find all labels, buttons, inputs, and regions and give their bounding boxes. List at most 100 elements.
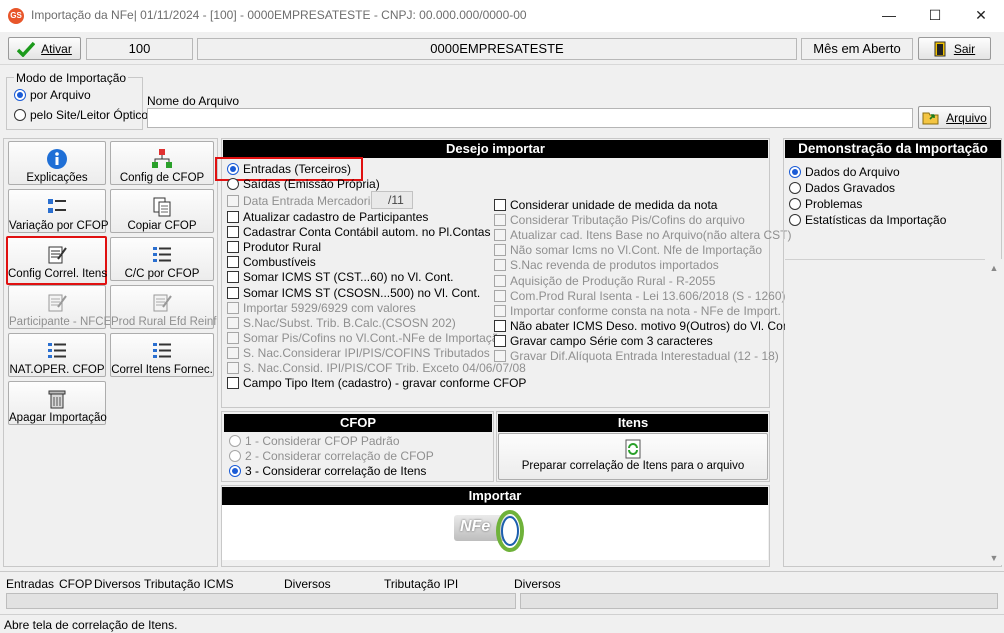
notepad-pencil-icon	[153, 294, 172, 312]
importar-area[interactable]: NFe	[222, 505, 768, 560]
arquivo-label: Arquivo	[946, 110, 987, 125]
arquivo-button[interactable]: Arquivo	[918, 106, 991, 129]
checkbox-icon	[227, 195, 239, 207]
radio-por-arquivo[interactable]: por Arquivo	[14, 88, 91, 102]
variacao-cfop-button[interactable]: Variação por CFOP	[8, 189, 109, 233]
option-checkbox-right[interactable]: Gravar campo Série com 3 caracteres	[494, 334, 713, 348]
radio-icon	[789, 198, 801, 210]
participante-nfce-button[interactable]: Participante - NFCE	[8, 285, 111, 329]
checkbox-icon	[227, 286, 239, 299]
sair-button[interactable]: Sair	[918, 37, 991, 60]
totals-cfop: CFOP	[59, 577, 93, 591]
option-checkbox-right[interactable]: Importar conforme consta na nota - NFe d…	[494, 304, 781, 318]
list-icon	[153, 247, 171, 262]
option-checkbox-right[interactable]: Aquisição de Produção Rural - R-2055	[494, 274, 715, 288]
option-checkbox-left[interactable]: Atualizar cadastro de Participantes	[227, 210, 428, 224]
ativar-button[interactable]: Ativar	[8, 37, 81, 60]
apagar-importacao-button[interactable]: Apagar Importação	[8, 381, 107, 425]
checkbox-icon	[494, 229, 506, 242]
radio-saidas[interactable]: Saídas (Emissão Própria)	[227, 177, 380, 191]
checkbox-icon	[494, 319, 506, 332]
radio-icon	[789, 182, 801, 194]
option-checkbox-right[interactable]: Não abater ICMS Deso. motivo 9(Outros) d…	[494, 319, 796, 333]
option-checkbox-left[interactable]: S. Nac.Consid. IPI/PIS/COF Trib. Exceto …	[227, 361, 526, 375]
option-checkbox-right[interactable]: Com.Prod Rural Isenta - Lei 13.606/2018 …	[494, 289, 785, 303]
radio-estatisticas[interactable]: Estatísticas da Importação	[789, 213, 946, 227]
demo-content-area	[785, 259, 985, 565]
option-checkbox-left[interactable]: Somar Pis/Cofins no Vl.Cont.-NFe de Impo…	[227, 331, 505, 345]
option-checkbox-left[interactable]: Importar 5929/6929 com valores	[227, 301, 416, 315]
toolbar-divider	[0, 64, 1004, 65]
copiar-cfop-button[interactable]: Copiar CFOP	[110, 189, 214, 233]
radio-label: por Arquivo	[30, 88, 91, 102]
nat-oper-cfop-button[interactable]: NAT.OPER. CFOP	[8, 333, 106, 377]
option-checkbox-right[interactable]: S.Nac revenda de produtos importados	[494, 258, 719, 272]
checkbox-icon	[227, 226, 239, 239]
radio-icon	[229, 435, 241, 447]
option-checkbox-right[interactable]: Considerar Tributação Pis/Cofins do arqu…	[494, 213, 745, 227]
radio-cfop-3[interactable]: 3 - Considerar correlação de Itens	[229, 464, 426, 478]
list-icon	[48, 343, 66, 358]
checkbox-label: Data Entrada Mercadoria	[243, 194, 378, 208]
demo-header: Demonstração da Importação	[785, 140, 1001, 158]
correl-itens-fornec-button[interactable]: Correl Itens Fornec.	[110, 333, 214, 377]
explicacoes-button[interactable]: Explicações	[8, 141, 106, 185]
radio-entradas[interactable]: Entradas (Terceiros)	[227, 162, 351, 176]
button-label: Config de CFOP	[119, 172, 205, 184]
checkbox-label: Cadastrar Conta Contábil autom. no Pl.Co…	[243, 225, 491, 240]
option-checkbox-left[interactable]: S. Nac.Considerar IPI/PIS/COFINS Tributa…	[227, 346, 490, 360]
radio-cfop-1[interactable]: 1 - Considerar CFOP Padrão	[229, 434, 400, 448]
demo-scrollbar[interactable]: ▲ ▼	[986, 259, 1002, 565]
checkbox-label: Gravar Dif.Alíquota Entrada Interestadua…	[510, 349, 779, 363]
button-label: C/C por CFOP	[124, 268, 200, 280]
checkbox-label: Aquisição de Produção Rural - R-2055	[510, 273, 716, 288]
checkbox-icon	[227, 241, 239, 254]
company-code-field: 100	[86, 38, 193, 60]
option-checkbox-left[interactable]: Combustíveis	[227, 255, 316, 269]
preparar-correlacao-button[interactable]: Preparar correlação de Itens para o arqu…	[498, 433, 768, 480]
status-text: Abre tela de correlação de Itens.	[4, 618, 178, 632]
file-name-input[interactable]	[147, 108, 913, 128]
option-checkbox-right[interactable]: Gravar Dif.Alíquota Entrada Interestadua…	[494, 349, 779, 363]
button-label: Config Correl. Itens	[8, 268, 108, 280]
nfe-logo-button[interactable]: NFe	[454, 509, 532, 553]
prod-rural-button[interactable]: Prod Rural Efd Reinf	[110, 285, 216, 329]
checkbox-label: Combustíveis	[243, 255, 316, 270]
option-checkbox-left[interactable]: Somar ICMS ST (CSOSN...500) no Vl. Cont.	[227, 286, 480, 300]
button-label: Preparar correlação de Itens para o arqu…	[521, 460, 745, 472]
checkbox-icon	[227, 346, 239, 359]
option-checkbox-left[interactable]: Produtor Rural	[227, 240, 321, 254]
radio-cfop-2[interactable]: 2 - Considerar correlação de CFOP	[229, 449, 434, 463]
window-title: Importação da NFe| 01/11/2024 - [100] - …	[31, 8, 527, 22]
minimize-button[interactable]: —	[866, 0, 912, 32]
radio-pelo-site[interactable]: pelo Site/Leitor Óptico	[14, 108, 148, 122]
option-checkbox-left[interactable]: S.Nac/Subst. Trib. B.Calc.(CSOSN 202)	[227, 316, 456, 330]
ativar-label: Ativar	[41, 41, 72, 56]
radio-problemas[interactable]: Problemas	[789, 197, 862, 211]
option-checkbox-right[interactable]: Considerar unidade de medida da nota	[494, 198, 717, 212]
notepad-pencil-icon	[48, 246, 67, 264]
radio-dados-arquivo[interactable]: Dados do Arquivo	[789, 165, 900, 179]
option-checkbox-left[interactable]: Cadastrar Conta Contábil autom. no Pl.Co…	[227, 225, 490, 239]
company-name-field: 0000EMPRESATESTE	[197, 38, 797, 60]
progress-bar-right	[520, 593, 998, 609]
checkbox-label: Importar 5929/6929 com valores	[243, 300, 416, 315]
option-checkbox-right[interactable]: Atualizar cad. Itens Base no Arquivo(não…	[494, 228, 791, 242]
checkbox-label: Não abater ICMS Deso. motivo 9(Outros) d…	[510, 318, 797, 333]
option-checkbox-left[interactable]: Somar ICMS ST (CST...60) no Vl. Cont.	[227, 270, 454, 284]
config-cfop-button[interactable]: Config de CFOP	[110, 141, 214, 185]
cc-cfop-button[interactable]: C/C por CFOP	[110, 237, 214, 281]
scroll-down-icon[interactable]: ▼	[986, 553, 1002, 563]
radio-dados-gravados[interactable]: Dados Gravados	[789, 181, 895, 195]
close-button[interactable]: ✕	[958, 0, 1004, 32]
scroll-up-icon[interactable]: ▲	[986, 263, 1002, 273]
checkbox-icon	[227, 377, 239, 390]
checkbox-icon	[227, 271, 239, 284]
maximize-button[interactable]: ☐	[912, 0, 958, 32]
config-correl-itens-button[interactable]: Config Correl. Itens	[6, 236, 107, 285]
option-checkbox-left[interactable]: Campo Tipo Item (cadastro) - gravar conf…	[227, 376, 526, 390]
data-entrada-field[interactable]: /11	[371, 191, 413, 209]
option-checkbox-right[interactable]: Não somar Icms no Vl.Cont. Nfe de Import…	[494, 243, 762, 257]
radio-label: pelo Site/Leitor Óptico	[30, 108, 149, 122]
checkbox-data-entrada[interactable]: Data Entrada Mercadoria	[227, 194, 377, 208]
